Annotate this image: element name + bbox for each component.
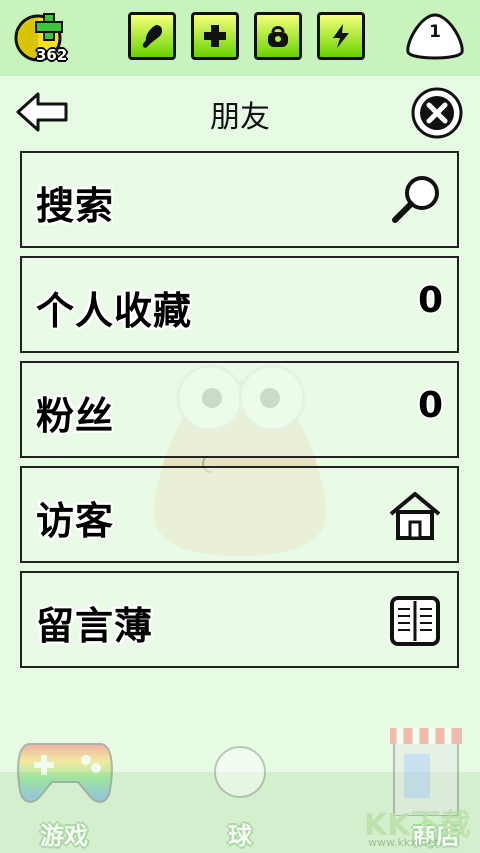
menu-row-visitors[interactable]: 访客 — [20, 466, 459, 563]
menu-row-guestbook[interactable]: 留言薄 — [20, 571, 459, 668]
fans-count: 0 — [417, 385, 443, 426]
top-bar: 362 1 — [0, 0, 480, 76]
search-icon — [392, 176, 439, 223]
energy-stat-button[interactable] — [317, 12, 365, 60]
menu-row-label: 访客 — [36, 499, 115, 543]
menu-row-favorites[interactable]: 个人收藏 0 — [20, 256, 459, 353]
ball-icon[interactable] — [212, 744, 268, 800]
coin-count: 362 — [36, 46, 68, 64]
menu-row-label: 搜索 — [36, 184, 115, 228]
menu-row-label: 留言薄 — [36, 604, 154, 648]
menu-row-fans[interactable]: 粉丝 0 — [20, 361, 459, 458]
drumstick-icon — [142, 25, 163, 48]
food-stat-button[interactable] — [128, 12, 176, 60]
close-icon[interactable] — [410, 86, 464, 140]
health-stat-button[interactable] — [191, 12, 239, 60]
menu-row-label: 个人收藏 — [36, 289, 193, 333]
nav-label-ball[interactable]: 球 — [228, 816, 252, 851]
level-count: 1 — [429, 22, 441, 42]
plus-icon — [204, 25, 226, 47]
bag-icon — [268, 26, 288, 47]
watermark-url: www.kkx.net — [368, 836, 439, 849]
arrow-left-icon[interactable] — [14, 90, 70, 134]
gamepad-icon[interactable] — [16, 736, 114, 808]
favorites-count: 0 — [417, 280, 443, 321]
lightning-icon — [333, 24, 349, 48]
house-icon — [389, 492, 441, 540]
page-title: 朋友 — [210, 100, 270, 135]
menu-row-label: 粉丝 — [36, 394, 115, 438]
book-icon — [390, 596, 440, 646]
bag-stat-button[interactable] — [254, 12, 302, 60]
menu-row-search[interactable]: 搜索 — [20, 151, 459, 248]
nav-label-games[interactable]: 游戏 — [40, 816, 88, 851]
